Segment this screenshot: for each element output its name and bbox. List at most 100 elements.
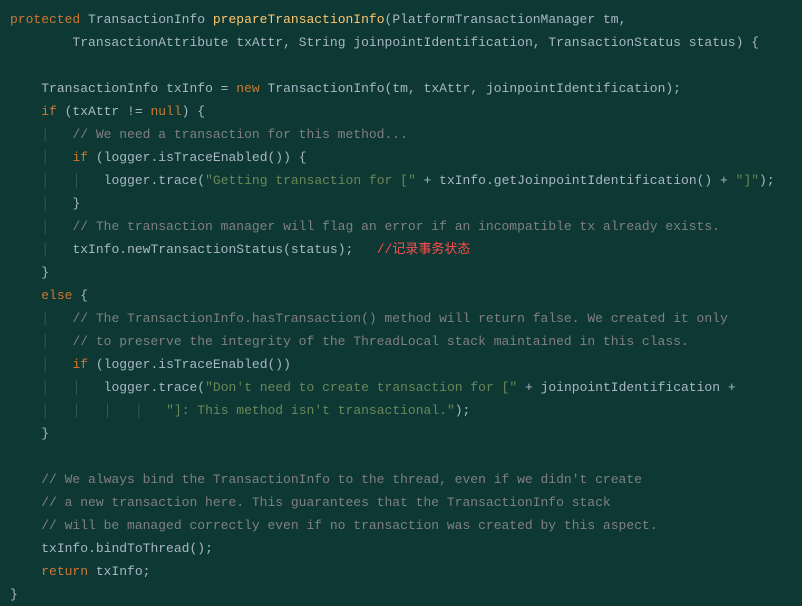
indent-guide: │ (41, 196, 49, 211)
brace: { (72, 288, 88, 303)
method-call: trace (158, 380, 197, 395)
comment-cn: //记录事务状态 (377, 242, 471, 257)
keyword-return: return (41, 564, 88, 579)
line: protected TransactionInfo prepareTransac… (10, 12, 626, 27)
var: logger (104, 357, 151, 372)
method-call: getJoinpointIdentification (494, 173, 697, 188)
keyword-null: null (150, 104, 181, 119)
line: │ } (10, 196, 80, 211)
type: String (299, 35, 346, 50)
brace: ()) { (268, 150, 307, 165)
type: TransactionStatus (548, 35, 681, 50)
comment: // We always bind the TransactionInfo to… (41, 472, 642, 487)
indent-guide: │ (41, 173, 49, 188)
line: } (10, 426, 49, 441)
semi: ); (759, 173, 775, 188)
var: txInfo (88, 564, 143, 579)
line: │ // The TransactionInfo.hasTransaction(… (10, 311, 728, 326)
brace: } (72, 196, 80, 211)
indent-guide: │ (72, 380, 80, 395)
line: │ // The transaction manager will flag a… (10, 219, 720, 234)
keyword-if: if (41, 104, 57, 119)
line: │ // to preserve the integrity of the Th… (10, 334, 689, 349)
comma: , (533, 35, 549, 50)
keyword-new: new (236, 81, 259, 96)
comment: // a new transaction here. This guarante… (41, 495, 611, 510)
indent-guide: │ (41, 403, 49, 418)
brace: } (41, 265, 49, 280)
line: TransactionAttribute txAttr, String join… (10, 35, 759, 50)
brace: ) { (182, 104, 205, 119)
paren: ( (88, 357, 104, 372)
line: // We always bind the TransactionInfo to… (10, 472, 642, 487)
string: "]" (736, 173, 759, 188)
comma: , (283, 35, 299, 50)
line: │ if (logger.isTraceEnabled()) { (10, 150, 307, 165)
var: txInfo (72, 242, 119, 257)
brace: } (41, 426, 49, 441)
line: // a new transaction here. This guarante… (10, 495, 611, 510)
plus: + (720, 380, 736, 395)
plus: + (712, 173, 735, 188)
string: "]: This method isn't transactional." (166, 403, 455, 418)
ctor: TransactionInfo (268, 81, 385, 96)
var: txInfo (166, 81, 213, 96)
indent-guide: │ (41, 357, 49, 372)
paren: ( (197, 380, 205, 395)
method-call: isTraceEnabled (158, 150, 267, 165)
line: │ │ logger.trace("Getting transaction fo… (10, 173, 775, 188)
type: TransactionInfo (88, 12, 205, 27)
line: return txInfo; (10, 564, 150, 579)
keyword-else: else (41, 288, 72, 303)
string: "Getting transaction for [" (205, 173, 416, 188)
indent-guide: │ (72, 173, 80, 188)
indent-guide: │ (41, 334, 49, 349)
dot: . (486, 173, 494, 188)
comment: // to preserve the integrity of the Thre… (72, 334, 688, 349)
param: joinpointIdentification (353, 35, 532, 50)
indent-guide: │ (41, 150, 49, 165)
indent-guide: │ (41, 242, 49, 257)
line: │ // We need a transaction for this meth… (10, 127, 408, 142)
var: logger (104, 150, 151, 165)
args: (status); (283, 242, 353, 257)
indent-guide: │ (41, 311, 49, 326)
line: txInfo.bindToThread(); (10, 541, 213, 556)
var: txInfo (41, 541, 88, 556)
line: │ │ logger.trace("Don't need to create t… (10, 380, 736, 395)
method-call: isTraceEnabled (158, 357, 267, 372)
paren: () (697, 173, 713, 188)
plus: + (517, 380, 540, 395)
param: txAttr (236, 35, 283, 50)
keyword-protected: protected (10, 12, 80, 27)
comment: // We need a transaction for this method… (72, 127, 407, 142)
line: │ if (logger.isTraceEnabled()) (10, 357, 291, 372)
indent-guide: │ (41, 127, 49, 142)
line: │ txInfo.newTransactionStatus(status); /… (10, 242, 470, 257)
keyword-if: if (72, 357, 88, 372)
method-name: prepareTransactionInfo (213, 12, 385, 27)
args: (tm, txAttr, joinpointIdentification); (385, 81, 681, 96)
line: } (10, 587, 18, 602)
cond: (txAttr != (57, 104, 151, 119)
line: │ │ │ │ "]: This method isn't transactio… (10, 403, 470, 418)
comment: // The TransactionInfo.hasTransaction() … (72, 311, 727, 326)
semi: (); (189, 541, 212, 556)
line: } (10, 265, 49, 280)
param: status (689, 35, 736, 50)
indent-guide: │ (135, 403, 143, 418)
brace: ) { (736, 35, 759, 50)
semi: ; (143, 564, 151, 579)
indent-guide: │ (72, 403, 80, 418)
string: "Don't need to create transaction for [" (205, 380, 517, 395)
method-call: newTransactionStatus (127, 242, 283, 257)
dot: . (119, 242, 127, 257)
paren: ( (197, 173, 205, 188)
paren: ()) (268, 357, 291, 372)
type: PlatformTransactionManager (392, 12, 595, 27)
var: logger (104, 173, 151, 188)
line: else { (10, 288, 88, 303)
comment: // will be managed correctly even if no … (41, 518, 657, 533)
space (353, 242, 376, 257)
dot: . (88, 541, 96, 556)
